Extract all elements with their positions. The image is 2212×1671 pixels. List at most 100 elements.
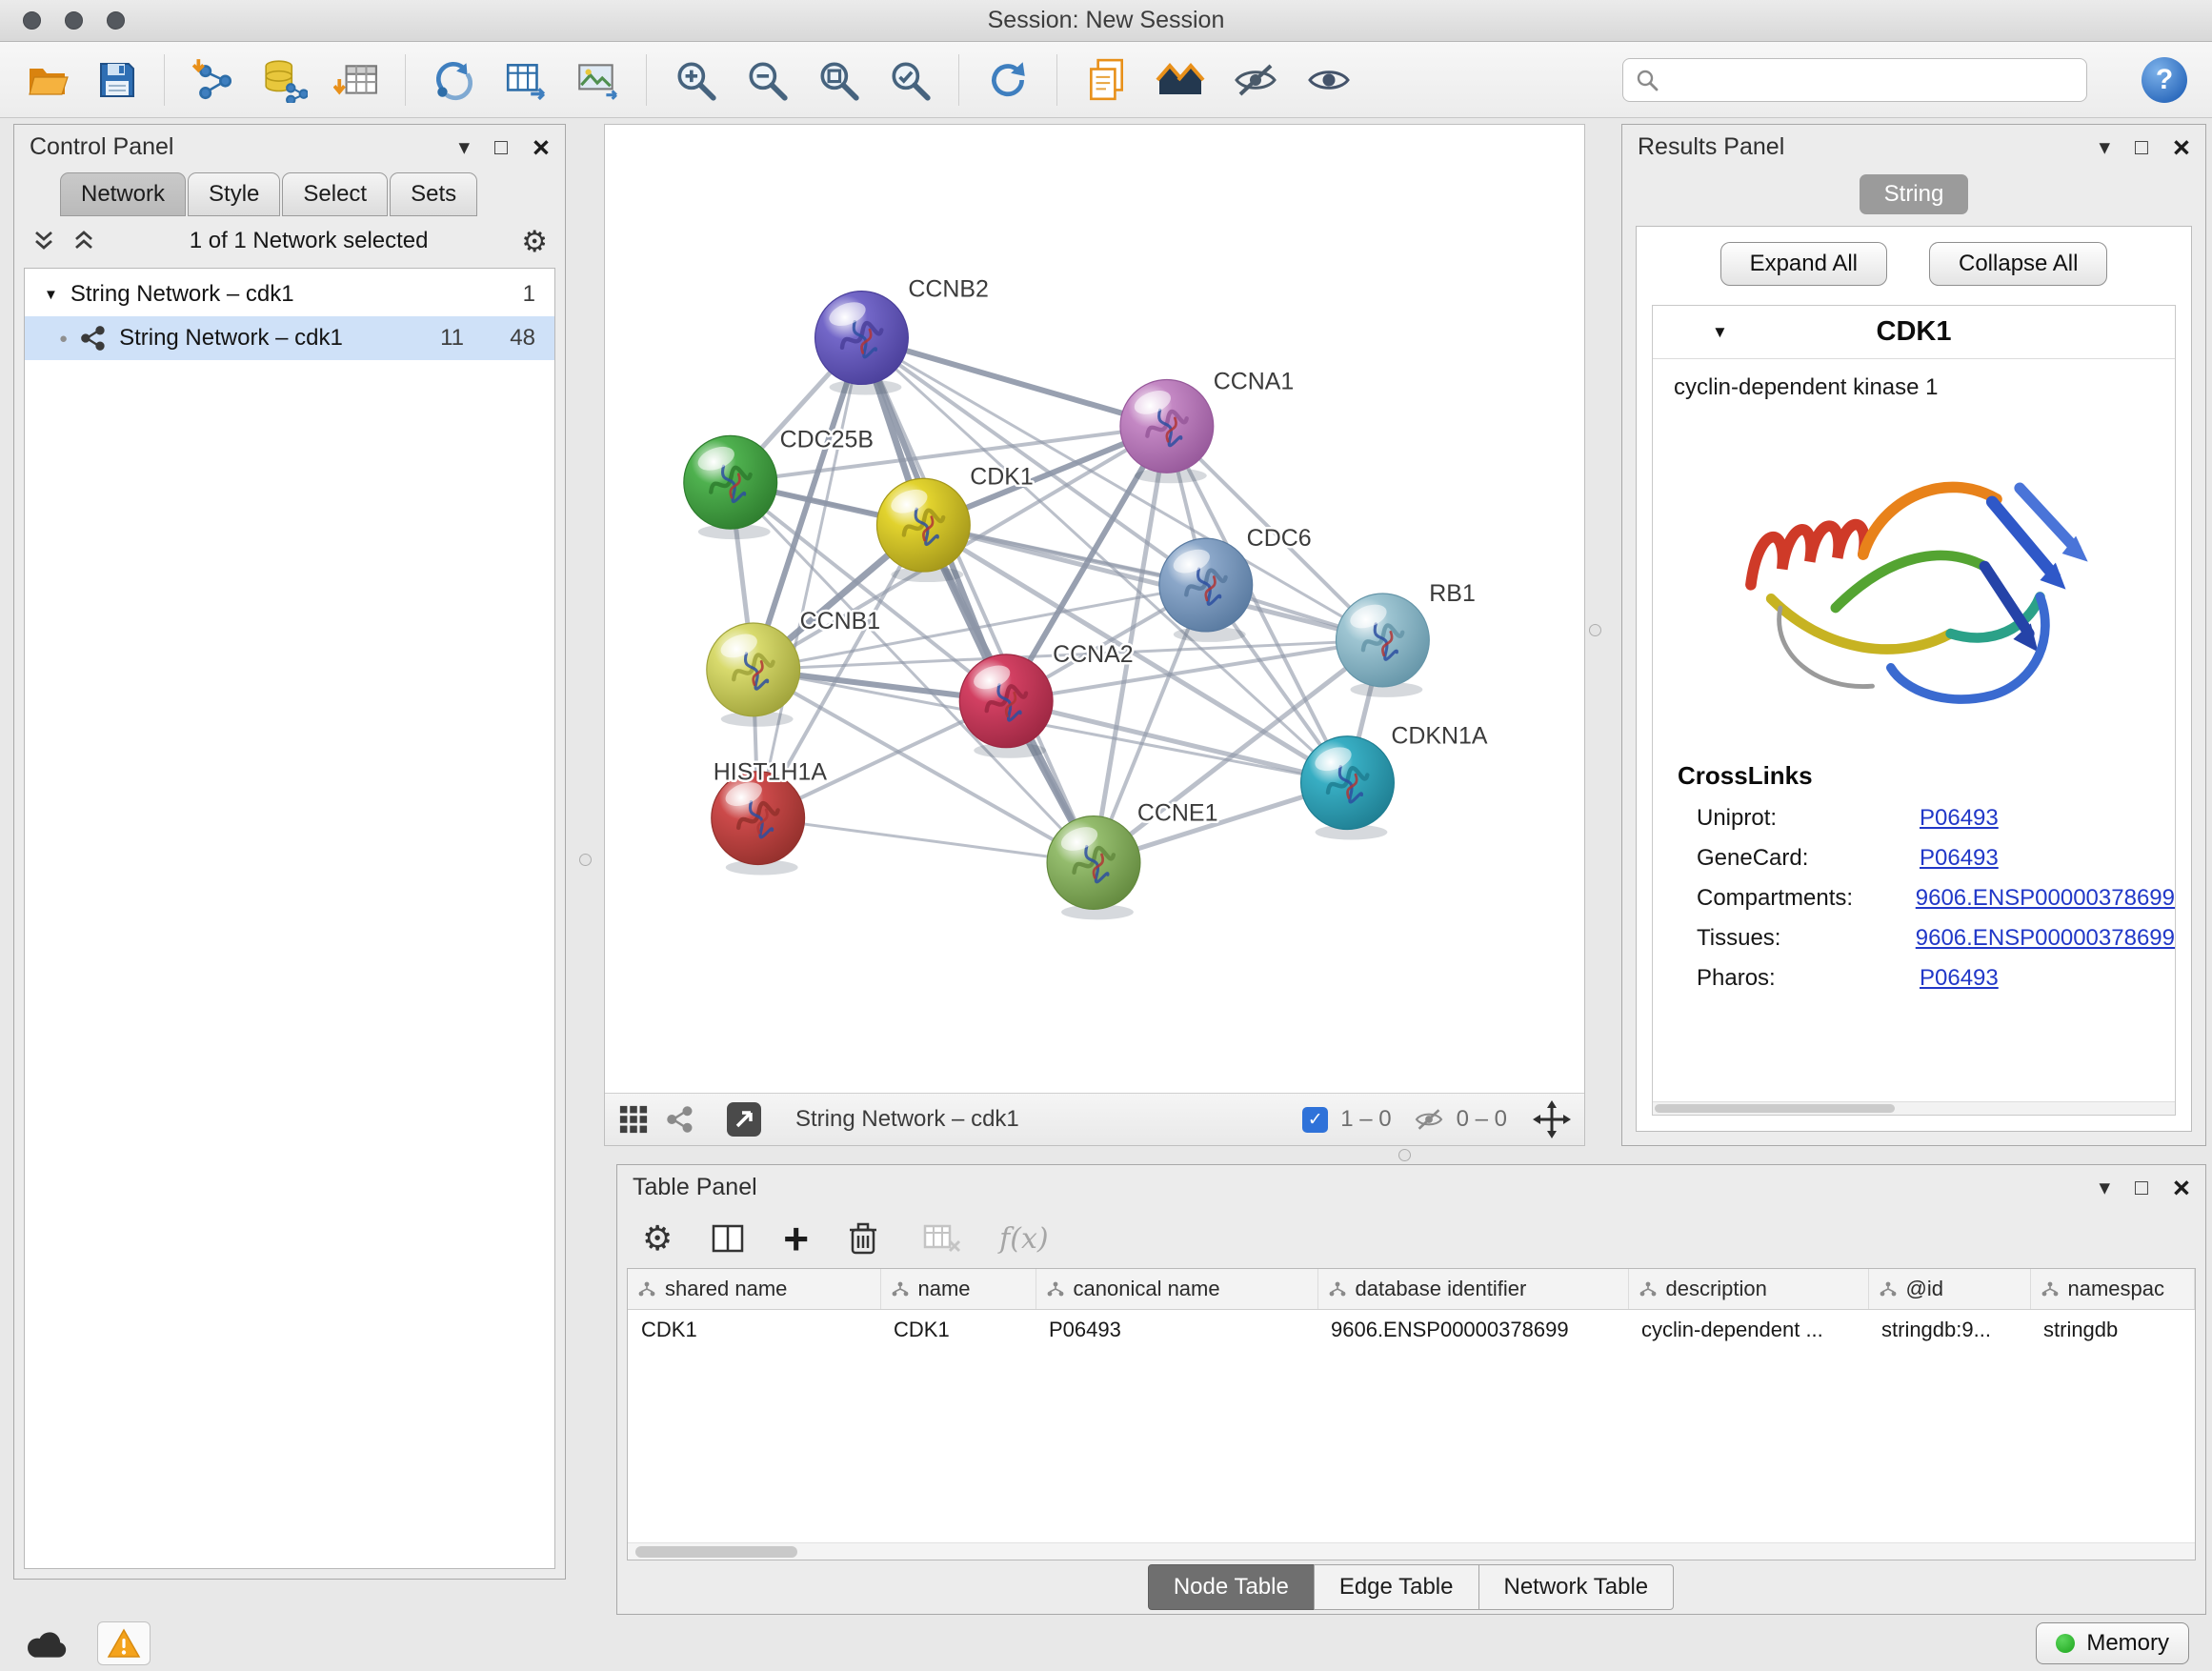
- show-details-button[interactable]: [1305, 58, 1353, 102]
- collapse-all-button[interactable]: Collapse All: [1929, 242, 2107, 286]
- network-row[interactable]: ● String Network – cdk1 11 48: [25, 316, 554, 360]
- scrollbar-thumb[interactable]: [1655, 1104, 1895, 1113]
- panel-menu-icon[interactable]: ▾: [458, 136, 470, 158]
- panel-menu-icon[interactable]: ▾: [2099, 136, 2110, 158]
- open-session-button[interactable]: [25, 58, 70, 102]
- hide-details-button[interactable]: [1232, 58, 1279, 102]
- import-network-from-database-button[interactable]: [262, 57, 308, 103]
- network-edge[interactable]: [923, 525, 1382, 640]
- new-table-button[interactable]: [503, 57, 549, 103]
- zoom-selected-button[interactable]: [887, 57, 933, 103]
- table-cell[interactable]: 9606.ENSP00000378699: [1317, 1309, 1628, 1351]
- expand-all-networks-icon[interactable]: [71, 229, 96, 253]
- network-node-CCNB2[interactable]: CCNB2: [815, 276, 989, 395]
- network-share-icon[interactable]: [666, 1105, 694, 1134]
- panel-maximize-icon[interactable]: □: [2135, 136, 2148, 158]
- crosslink-link[interactable]: 9606.ENSP00000378699: [1916, 885, 2175, 912]
- column-header[interactable]: namespac: [2030, 1269, 2195, 1309]
- help-button[interactable]: ?: [2142, 57, 2187, 103]
- network-edge[interactable]: [758, 338, 862, 818]
- copy-documents-button[interactable]: [1083, 57, 1129, 103]
- column-header[interactable]: canonical name: [1036, 1269, 1317, 1309]
- search-box[interactable]: [1622, 58, 2087, 102]
- panel-close-icon[interactable]: ×: [2173, 132, 2190, 162]
- show-columns-icon[interactable]: [711, 1221, 745, 1256]
- network-node-CCNB1[interactable]: CCNB1: [707, 608, 880, 727]
- table-cell[interactable]: P06493: [1036, 1309, 1317, 1351]
- table-cell[interactable]: CDK1: [628, 1309, 880, 1351]
- tab-network[interactable]: Network: [60, 172, 186, 216]
- crosslink-link[interactable]: P06493: [1920, 965, 1999, 992]
- zoom-in-button[interactable]: [673, 57, 718, 103]
- scrollbar-thumb[interactable]: [635, 1546, 797, 1558]
- panel-menu-icon[interactable]: ▾: [2099, 1177, 2110, 1198]
- table-row[interactable]: CDK1 CDK1 P06493 9606.ENSP00000378699 cy…: [628, 1309, 2195, 1351]
- table-horizontal-scrollbar[interactable]: [628, 1542, 2195, 1560]
- grid-view-icon[interactable]: [618, 1104, 649, 1135]
- results-horizontal-scrollbar[interactable]: [1653, 1101, 2175, 1115]
- network-node-HIST1H1A[interactable]: HIST1H1A: [712, 759, 828, 876]
- zoom-fit-button[interactable]: [815, 57, 861, 103]
- import-network-from-file-button[interactable]: [191, 57, 236, 103]
- network-node-CDKN1A[interactable]: CDKN1A: [1301, 723, 1488, 840]
- move-crosshair-icon[interactable]: [1533, 1100, 1571, 1138]
- window-zoom-button[interactable]: [107, 11, 125, 30]
- save-session-button[interactable]: [96, 59, 138, 101]
- collapse-all-networks-icon[interactable]: [31, 229, 56, 253]
- column-header[interactable]: @id: [1868, 1269, 2030, 1309]
- cloud-icon[interactable]: [23, 1626, 70, 1661]
- panel-maximize-icon[interactable]: □: [2135, 1177, 2148, 1198]
- home-pages-button[interactable]: [1155, 58, 1206, 102]
- gene-section-header[interactable]: ▼ CDK1: [1653, 306, 2175, 359]
- crosslink-link[interactable]: P06493: [1920, 845, 1999, 872]
- memory-button[interactable]: Memory: [2036, 1622, 2189, 1664]
- column-header[interactable]: description: [1628, 1269, 1868, 1309]
- delete-column-icon[interactable]: [847, 1220, 879, 1257]
- tab-node-table[interactable]: Node Table: [1148, 1564, 1315, 1610]
- warnings-button[interactable]: [97, 1621, 151, 1665]
- crosslink-link[interactable]: 9606.ENSP00000378699: [1916, 925, 2175, 952]
- network-node-CDK1[interactable]: CDK1: [876, 463, 1033, 582]
- tab-string[interactable]: String: [1860, 174, 1969, 214]
- collection-expand-icon[interactable]: ▼: [44, 287, 58, 303]
- panel-close-icon[interactable]: ×: [533, 132, 550, 162]
- panel-close-icon[interactable]: ×: [2173, 1173, 2190, 1202]
- zoom-out-button[interactable]: [744, 57, 790, 103]
- network-collection-row[interactable]: ▼ String Network – cdk1 1: [25, 272, 554, 316]
- network-edge[interactable]: [861, 338, 1094, 863]
- right-divider-handle[interactable]: [1589, 624, 1601, 636]
- network-canvas[interactable]: CCNB2CCNA1CDC25BCDK1CDC6RB1CCNB1CCNA2CDK…: [605, 125, 1584, 1093]
- tab-sets[interactable]: Sets: [390, 172, 477, 216]
- column-header[interactable]: shared name: [628, 1269, 880, 1309]
- column-header[interactable]: database identifier: [1317, 1269, 1628, 1309]
- table-cell[interactable]: stringdb:9...: [1868, 1309, 2030, 1351]
- section-collapse-icon[interactable]: ▼: [1712, 323, 1728, 342]
- table-cell[interactable]: CDK1: [880, 1309, 1036, 1351]
- apply-layout-button[interactable]: [985, 57, 1031, 103]
- new-network-from-selection-button[interactable]: [432, 57, 477, 103]
- add-column-icon[interactable]: +: [783, 1221, 809, 1257]
- network-options-gear-icon[interactable]: ⚙: [521, 227, 548, 256]
- table-cell[interactable]: stringdb: [2030, 1309, 2195, 1351]
- table-cell[interactable]: cyclin-dependent ...: [1628, 1309, 1868, 1351]
- left-divider-handle[interactable]: [579, 854, 592, 866]
- open-in-new-window-icon[interactable]: [725, 1100, 763, 1138]
- tab-select[interactable]: Select: [282, 172, 388, 216]
- crosslink-link[interactable]: P06493: [1920, 805, 1999, 832]
- panel-maximize-icon[interactable]: □: [494, 136, 508, 158]
- network-edge[interactable]: [758, 818, 1094, 863]
- expand-all-button[interactable]: Expand All: [1720, 242, 1887, 286]
- window-minimize-button[interactable]: [65, 11, 83, 30]
- import-table-from-file-button[interactable]: [333, 57, 379, 103]
- tab-network-table[interactable]: Network Table: [1478, 1564, 1675, 1610]
- network-node-RB1[interactable]: RB1: [1337, 580, 1476, 697]
- column-header[interactable]: name: [880, 1269, 1036, 1309]
- bottom-divider-handle[interactable]: [1398, 1149, 1411, 1161]
- tab-edge-table[interactable]: Edge Table: [1314, 1564, 1479, 1610]
- window-close-button[interactable]: [23, 11, 41, 30]
- network-node-CCNA2[interactable]: CCNA2: [959, 641, 1133, 758]
- search-input[interactable]: [1669, 67, 2075, 93]
- tab-style[interactable]: Style: [188, 172, 280, 216]
- table-options-gear-icon[interactable]: ⚙: [642, 1221, 673, 1256]
- network-edge[interactable]: [861, 338, 1166, 427]
